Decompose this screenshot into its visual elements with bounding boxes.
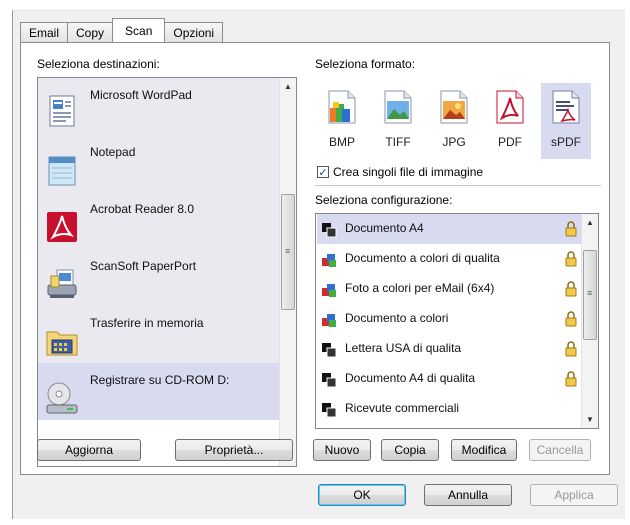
color-document-icon [322,254,336,267]
scroll-thumb[interactable]: ≡ [583,250,597,340]
apply-button[interactable]: Applica [530,484,618,506]
config-label: Documento A4 [345,221,424,235]
configurations-list[interactable]: Documento A4 Documento a colori di quali… [315,213,599,429]
wordpad-icon [49,95,75,127]
format-selector: BMP TIFF JPG PDF sPDF [315,83,599,161]
modify-button[interactable]: Modifica [451,439,517,461]
list-item-config[interactable]: Documento A4 di qualita [317,364,581,394]
list-item-config[interactable]: Foto a colori per eMail (6x4) [317,274,581,304]
bw-document-icon [322,403,337,418]
properties-button[interactable]: Proprietà... [175,439,293,461]
destinations-items: Microsoft WordPad Notepad Acrobat Reader [38,78,279,466]
cancel-button[interactable]: Annulla [424,484,512,506]
color-document-icon [322,314,336,327]
ok-button[interactable]: OK [318,484,406,506]
list-item-config[interactable]: Lettera USA di qualita [317,334,581,364]
destination-label: Notepad [90,145,136,159]
config-label: Lettera USA di qualita [345,341,462,355]
tab-opzioni[interactable]: Opzioni [164,22,224,42]
destinations-heading: Seleziona destinazioni: [37,57,160,71]
checkmark-icon[interactable]: ✓ [317,166,329,179]
paperport-icon [47,269,77,298]
destinations-list[interactable]: Microsoft WordPad Notepad Acrobat Reader [37,77,297,467]
lock-icon [565,341,577,357]
bmp-file-icon [328,90,356,124]
tab-scan[interactable]: Scan [112,18,166,42]
bw-document-icon [322,373,337,388]
refresh-button[interactable]: Aggiorna [37,439,141,461]
spdf-file-icon [552,90,580,124]
single-image-files-checkbox[interactable]: ✓ Crea singoli file di immagine [317,165,483,179]
list-item-config[interactable]: Documento A4 [317,214,581,244]
lock-icon [565,311,577,327]
destination-label: Microsoft WordPad [90,88,192,102]
new-button[interactable]: Nuovo [313,439,371,461]
bw-document-icon [322,223,337,238]
grip-icon: ≡ [285,246,291,256]
config-label: Ricevute commerciali [345,401,460,415]
list-item-config[interactable]: Ricevute commerciali [317,394,581,424]
format-tiff[interactable]: TIFF [373,83,423,159]
destinations-scrollbar[interactable]: ▲ ≡ ▼ [279,78,296,466]
color-document-icon [322,284,336,297]
folder-memory-icon [46,331,78,356]
notepad-icon [48,156,76,186]
config-label: Foto a colori per eMail (6x4) [345,281,495,295]
config-label: Documento a colori [345,311,449,325]
list-item-wordpad[interactable]: Microsoft WordPad [38,78,279,135]
destination-label: ScanSoft PaperPort [90,259,197,273]
format-label: BMP [328,135,355,149]
destination-label: Registrare su CD-ROM D: [90,373,230,387]
lock-icon [565,281,577,297]
format-pdf[interactable]: PDF [485,83,535,159]
format-label: TIFF [385,135,411,149]
bw-document-icon [322,343,337,358]
list-item-config[interactable]: Documento a colori di qualita [317,244,581,274]
format-label: PDF [498,135,522,149]
format-spdf[interactable]: sPDF [541,83,591,159]
cd-drive-icon [46,382,78,414]
configuration-heading: Seleziona configurazione: [315,193,453,207]
acrobat-icon [47,212,77,242]
config-label: Documento A4 di qualita [345,371,476,385]
format-heading: Seleziona formato: [315,57,416,71]
list-item-paperport[interactable]: ScanSoft PaperPort [38,249,279,306]
tiff-file-icon [384,90,412,124]
list-item-memory[interactable]: Trasferire in memoria [38,306,279,363]
list-item-config[interactable]: Documento a colori [317,304,581,334]
scroll-up-arrow-icon[interactable]: ▲ [582,214,598,231]
jpg-file-icon [440,90,468,124]
format-label: JPG [442,135,466,149]
list-item-notepad[interactable]: Notepad [38,135,279,192]
scroll-up-arrow-icon[interactable]: ▲ [280,78,296,95]
checkbox-label: Crea singoli file di immagine [333,165,484,179]
divider [315,185,601,186]
copy-button[interactable]: Copia [381,439,439,461]
pdf-file-icon [496,90,524,124]
tab-copy[interactable]: Copy [67,22,114,42]
scroll-down-arrow-icon[interactable]: ▼ [582,411,598,428]
config-label: Documento a colori di qualita [345,251,500,265]
tab-bar: Email Copy Scan Opzioni [20,18,224,42]
delete-button[interactable]: Cancella [529,439,591,461]
lock-icon [565,251,577,267]
tab-email[interactable]: Email [20,22,69,42]
grip-icon: ≡ [587,288,593,298]
scroll-thumb[interactable]: ≡ [281,194,295,310]
format-bmp[interactable]: BMP [317,83,367,159]
format-jpg[interactable]: JPG [429,83,479,159]
list-item-cdrom[interactable]: Registrare su CD-ROM D: [38,363,279,420]
destination-label: Acrobat Reader 8.0 [90,202,195,216]
configurations-scrollbar[interactable]: ▲ ≡ ▼ [581,214,598,428]
scan-tab-panel: Seleziona destinazioni: Microsoft WordPa… [20,42,610,475]
destination-label: Trasferire in memoria [90,316,204,330]
lock-icon [565,221,577,237]
list-item-acrobat[interactable]: Acrobat Reader 8.0 [38,192,279,249]
lock-icon [565,371,577,387]
format-label: sPDF [551,135,581,149]
